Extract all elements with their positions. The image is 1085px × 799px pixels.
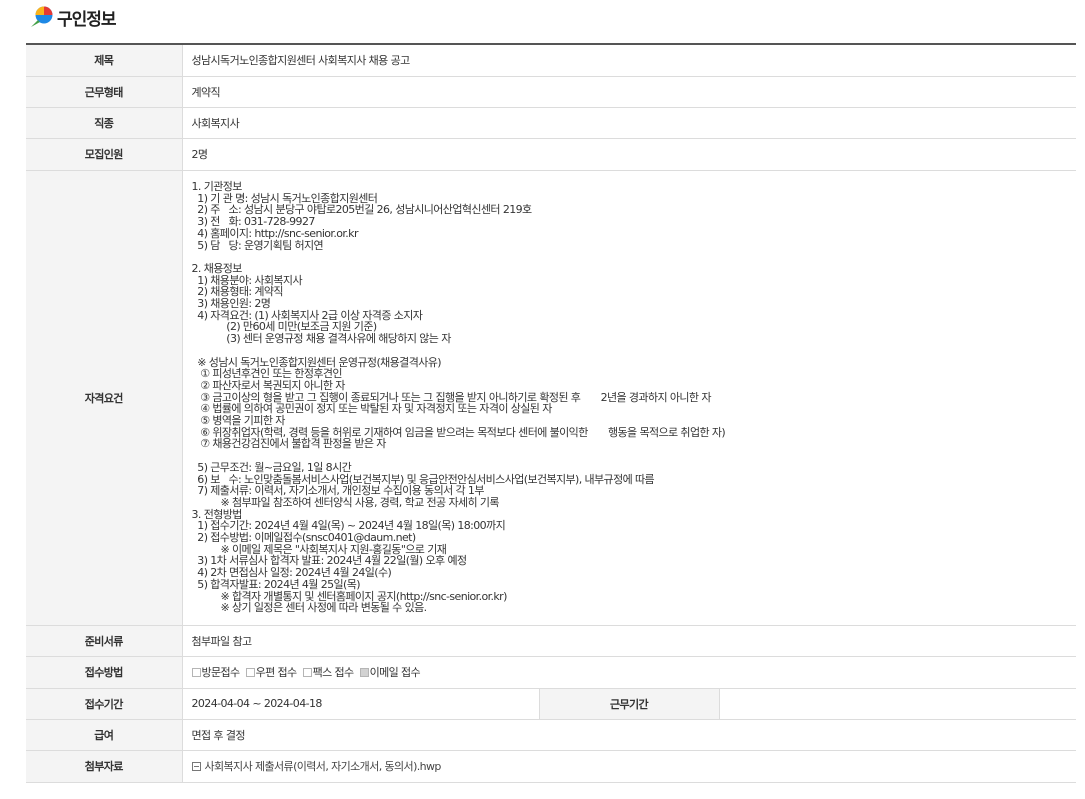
method-email: 이메일 접수 [359,664,421,680]
employment-type-value: 계약직 [182,76,1077,108]
section-header: 구인정보 [28,3,117,31]
method-label: 접수방법 [26,656,183,689]
documents-label: 준비서류 [26,625,183,657]
method-fax: 팩스 접수 [302,664,355,680]
salary-label: 급여 [26,719,183,751]
row-job: 직종 사회복지사 [26,107,1077,139]
work-period-value [719,688,1077,720]
fax-checkbox [302,667,312,677]
job-label: 직종 [26,107,183,139]
title-value: 성남시독거노인종합지원센터 사회복지사 채용 공고 [182,44,1077,77]
row-method: 접수방법 방문접수 우편 접수 팩스 접수 이메일 접수 [26,656,1077,689]
documents-value: 첨부파일 참고 [182,625,1077,657]
attachment-link[interactable]: 사회복지사 제출서류(이력서, 자기소개서, 동의서).hwp [205,758,442,774]
work-period-label: 근무기간 [538,688,720,720]
row-period: 접수기간 2024-04-04 ~ 2024-04-18 근무기간 [26,688,1077,720]
visit-label: 방문접수 [201,666,241,679]
logo-icon [31,6,53,27]
row-title: 제목 성남시독거노인종합지원센터 사회복지사 채용 공고 [26,44,1077,77]
row-headcount: 모집인원 2명 [26,138,1077,171]
headcount-label: 모집인원 [26,138,183,171]
headcount-value: 2명 [182,138,1077,171]
row-documents: 준비서류 첨부파일 참고 [26,625,1077,657]
section-title: 구인정보 [57,9,117,30]
qualification-label: 자격요건 [26,170,183,626]
row-salary: 급여 면접 후 결정 [26,719,1077,751]
row-employment-type: 근무형태 계약직 [26,76,1077,108]
email-checkbox [359,667,369,677]
title-label: 제목 [26,44,183,77]
email-label: 이메일 접수 [369,666,421,679]
attachment-cell: 사회복지사 제출서류(이력서, 자기소개서, 동의서).hwp [182,750,1077,783]
employment-type-label: 근무형태 [26,76,183,108]
method-options: 방문접수 우편 접수 팩스 접수 이메일 접수 [182,656,1077,689]
mail-checkbox [245,667,255,677]
job-info-table: 제목 성남시독거노인종합지원센터 사회복지사 채용 공고 근무형태 계약직 직종… [26,43,1077,783]
visit-checkbox [191,667,201,677]
row-attachment: 첨부자료 사회복지사 제출서류(이력서, 자기소개서, 동의서).hwp [26,750,1077,783]
period-label: 접수기간 [26,688,183,720]
job-value: 사회복지사 [182,107,1077,139]
method-visit: 방문접수 [191,664,241,680]
salary-value: 면접 후 결정 [182,719,1077,751]
period-value: 2024-04-04 ~ 2024-04-18 [182,688,539,720]
row-qualification: 자격요건 1. 기관정보 1) 기 관 명: 성남시 독거노인종합지원센터 2)… [26,170,1077,626]
attachment-label: 첨부자료 [26,750,183,783]
qualification-text: 1. 기관정보 1) 기 관 명: 성남시 독거노인종합지원센터 2) 주 소:… [182,170,1077,626]
file-icon [191,761,201,771]
fax-label: 팩스 접수 [312,666,355,679]
mail-label: 우편 접수 [255,666,298,679]
method-mail: 우편 접수 [245,664,298,680]
